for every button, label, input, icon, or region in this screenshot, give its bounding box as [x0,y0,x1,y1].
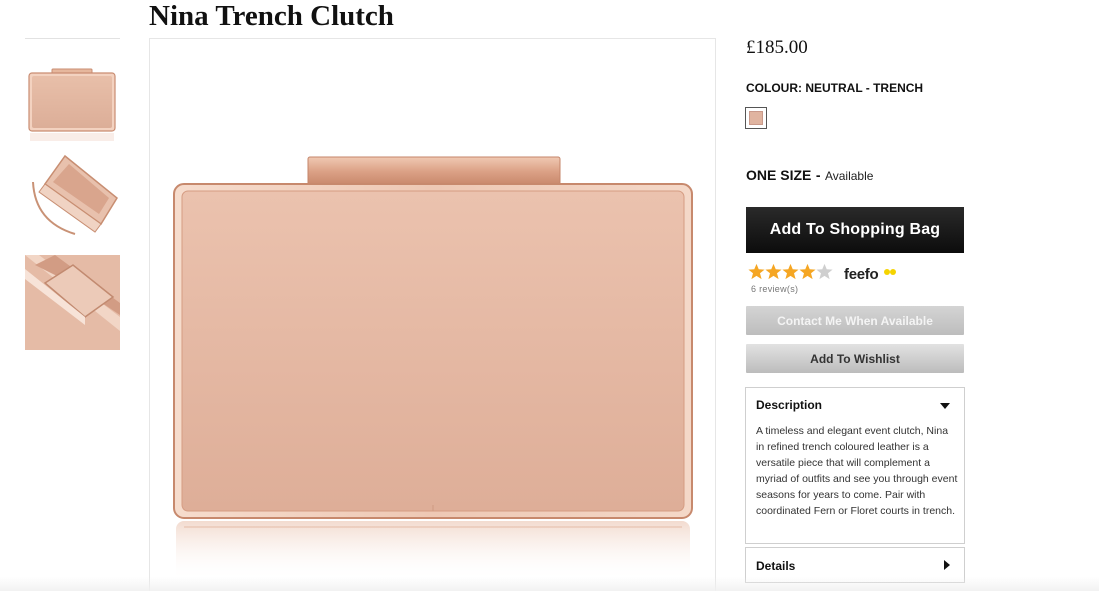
size-availability: Available [824,169,874,183]
colour-swatch-trench[interactable] [745,107,767,129]
size-row: ONE SIZE - Available [746,167,873,185]
colour-label: COLOUR: NEUTRAL - TRENCH [746,81,924,95]
star-empty-icon [816,263,833,280]
star-filled-icon [765,263,782,280]
swatch-fill [749,111,763,125]
chevron-right-icon[interactable] [944,560,950,570]
clutch-front-image-icon [150,39,715,591]
star-filled-icon [748,263,765,280]
feefo-logo: feefo [844,266,879,283]
star-filled-icon [799,263,816,280]
main-product-image[interactable] [149,38,716,591]
description-panel: Description A timeless and elegant event… [745,387,965,544]
review-count[interactable]: 6 review(s) [751,284,798,294]
page-title: Nina Trench Clutch [149,0,394,32]
add-to-shopping-bag-button[interactable]: Add To Shopping Bag [746,207,964,253]
clutch-front-thumbnail-icon [25,57,120,152]
size-separator: - [815,167,821,183]
thumbnail-clasp-detail[interactable] [25,255,120,350]
star-filled-icon [782,263,799,280]
thumbnail-open[interactable] [25,152,120,247]
add-to-wishlist-button[interactable]: Add To Wishlist [746,344,964,373]
feefo-logo-dots-icon [884,269,896,275]
star-rating [748,263,833,281]
description-text: A timeless and elegant event clutch, Nin… [756,425,958,517]
clutch-clasp-detail-thumbnail-icon [25,255,120,350]
details-panel[interactable]: Details [745,547,965,583]
clutch-open-thumbnail-icon [25,152,120,247]
product-price: £185.00 [746,37,808,58]
rating-widget[interactable]: feefo 6 review(s) [748,263,908,297]
size-label: ONE SIZE [746,167,812,183]
details-heading[interactable]: Details [756,559,795,573]
thumbnail-front[interactable] [25,57,120,152]
contact-me-when-available-button[interactable]: Contact Me When Available [746,306,964,335]
thumbnail-divider [25,38,120,39]
chevron-down-icon[interactable] [940,403,950,409]
description-heading[interactable]: Description [756,398,822,412]
